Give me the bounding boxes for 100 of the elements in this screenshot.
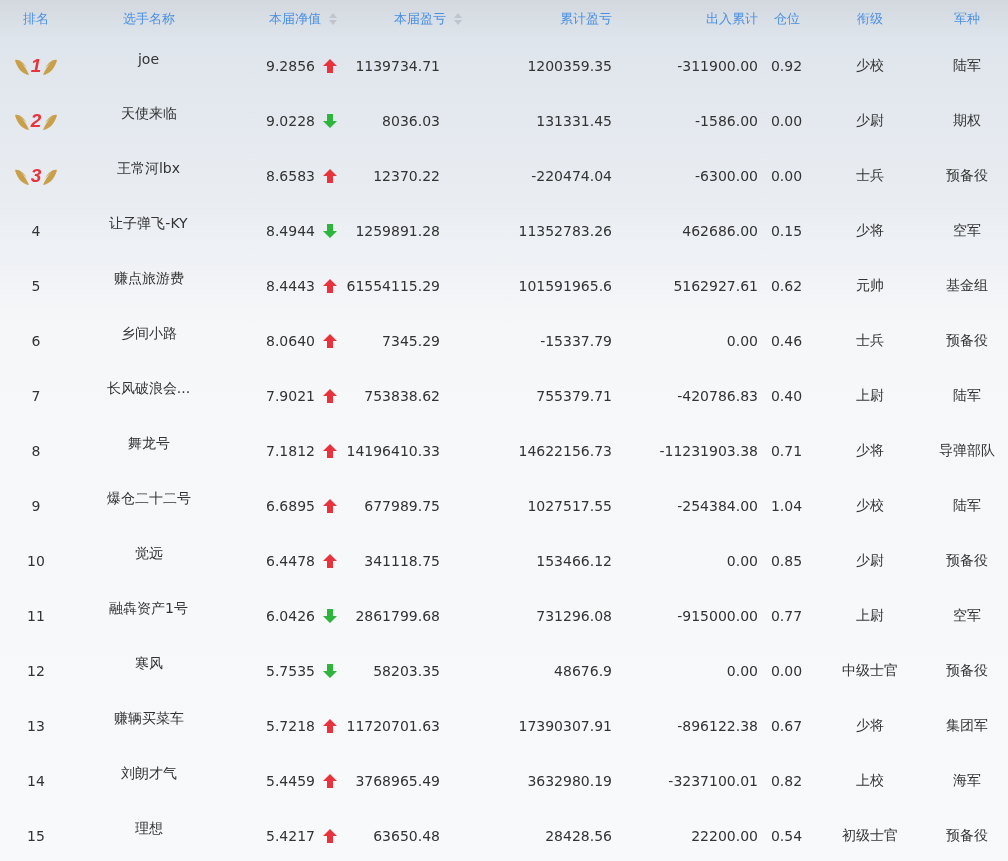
table-cell-text: -915000.00	[676, 607, 758, 624]
table-cell-text: -6300.00	[694, 167, 758, 184]
table-cell-text: 28428.56	[544, 827, 612, 844]
column-header[interactable]: 本届净值	[269, 10, 321, 28]
player-name: 让子弹飞-KY	[108, 214, 189, 233]
table-cell-text: -311900.00	[676, 57, 758, 74]
table-cell-text: 中级士官	[841, 661, 899, 680]
table-cell-text: 1027517.55	[526, 497, 612, 514]
table-cell-text: 11720701.63	[345, 717, 441, 734]
player-name: 爆仓二十二号	[105, 489, 192, 508]
table-cell: 9.2856	[266, 57, 315, 74]
table-cell-text: 1200359.35	[526, 57, 612, 74]
sort-icon[interactable]	[454, 13, 462, 25]
table-cell-text: 153466.12	[535, 552, 612, 569]
table-cell-text: 14622156.73	[517, 442, 612, 459]
table-cell-text: 0.46	[769, 332, 804, 349]
table-cell-text: -220474.04	[530, 167, 612, 184]
column-header: 衔级	[857, 10, 883, 28]
table-cell-text: 初级士官	[841, 826, 899, 845]
table-cell-text: -420786.83	[676, 387, 758, 404]
table-cell-text: 341118.75	[363, 552, 441, 569]
rank-cell: 10	[27, 552, 45, 569]
table-cell-text: 0.67	[769, 717, 804, 734]
table-cell-text: 陆军	[951, 496, 982, 515]
table-cell-text: 少将	[855, 716, 885, 735]
table-cell-text: 3768965.49	[354, 772, 441, 789]
table-cell-text: 上校	[855, 771, 885, 790]
table-cell-text: -1586.00	[694, 112, 758, 129]
table-cell-text: 少校	[855, 496, 885, 515]
table-cell: 9.0228	[266, 112, 315, 129]
table-cell-text: 空军	[951, 221, 982, 240]
column-header: 仓位	[773, 10, 800, 28]
table-cell: 5.7218	[266, 717, 315, 734]
table-cell-text: 海军	[951, 771, 982, 790]
player-name: 赚辆买菜车	[112, 709, 185, 728]
table-cell-text: 677989.75	[363, 497, 441, 514]
rank-cell: 14	[27, 772, 45, 789]
table-cell: 8.4443	[266, 277, 315, 294]
table-cell-text: 0.00	[725, 332, 758, 349]
table-cell-text: 0.92	[769, 57, 804, 74]
column-header: 排名	[23, 10, 49, 28]
column-header: 选手名称	[122, 10, 175, 28]
table-cell-text: 63650.48	[372, 827, 441, 844]
rank-cell: 12	[27, 662, 45, 679]
table-cell-text: 11352783.26	[517, 222, 612, 239]
table-cell-text: 0.54	[769, 827, 804, 844]
table-cell: 8.4944	[266, 222, 315, 239]
table-cell-text: 少尉	[855, 111, 885, 130]
column-header[interactable]: 本届盈亏	[394, 10, 446, 28]
table-cell-text: 0.00	[725, 662, 758, 679]
table-cell-text: 1.04	[769, 497, 804, 514]
table-cell-text: 少将	[855, 221, 885, 240]
table-cell-text: -11231903.38	[658, 442, 758, 459]
table-cell-text: 12370.22	[372, 167, 441, 184]
table-cell-text: 士兵	[855, 331, 885, 350]
table-cell-text: 预备役	[944, 331, 989, 350]
table-cell-text: 0.00	[769, 662, 804, 679]
table-cell-text: 预备役	[944, 551, 989, 570]
table-cell-text: 61554115.29	[345, 277, 441, 294]
table-cell-text: 陆军	[951, 56, 982, 75]
table-cell-text: 导弹部队	[937, 441, 996, 460]
table-cell-text: 101591965.6	[517, 277, 612, 294]
table-cell: 7.1812	[266, 442, 315, 459]
player-name: 赚点旅游费	[112, 269, 185, 288]
rank-cell: 4	[31, 222, 41, 239]
table-cell: 8.0640	[266, 332, 315, 349]
player-name: 寒风	[133, 654, 164, 673]
column-header: 出入累计	[706, 10, 758, 28]
rank-cell: 6	[31, 332, 41, 349]
table-cell: 6.0426	[266, 607, 315, 624]
table-cell-text: 0.77	[769, 607, 804, 624]
table-cell-text: 期权	[951, 111, 982, 130]
table-cell: 5.4217	[266, 827, 315, 844]
table-cell-text: 2861799.68	[354, 607, 441, 624]
table-cell-text: 14196410.33	[345, 442, 441, 459]
table-cell-text: 上尉	[855, 606, 885, 625]
table-cell-text: 0.85	[769, 552, 804, 569]
table-cell-text: 少将	[855, 441, 885, 460]
player-name: joe	[136, 50, 161, 67]
table-cell-text: 0.40	[769, 387, 804, 404]
sort-icon[interactable]	[329, 13, 337, 25]
table-cell: 6.6895	[266, 497, 315, 514]
player-name: 天使来临	[119, 104, 178, 123]
table-cell-text: 0.71	[769, 442, 804, 459]
medal-rank-label: 3	[30, 164, 42, 187]
rank-cell: 15	[27, 827, 45, 844]
table-cell-text: -15337.79	[539, 332, 612, 349]
table-cell-text: 1259891.28	[354, 222, 441, 239]
table-cell: 5.7535	[266, 662, 315, 679]
table-cell-text: 上尉	[855, 386, 885, 405]
player-name: 王常河lbx	[115, 159, 182, 178]
table-cell: 6.4478	[266, 552, 315, 569]
rank-cell: 11	[27, 607, 45, 624]
table-cell-text: 731296.08	[535, 607, 612, 624]
table-cell-text: 48676.9	[553, 662, 612, 679]
player-name: 融犇资产1号	[108, 599, 189, 618]
table-cell-text: 58203.35	[372, 662, 441, 679]
table-cell-text: 8036.03	[381, 112, 441, 129]
rank-cell: 7	[31, 387, 41, 404]
rank-cell: 5	[31, 277, 41, 294]
